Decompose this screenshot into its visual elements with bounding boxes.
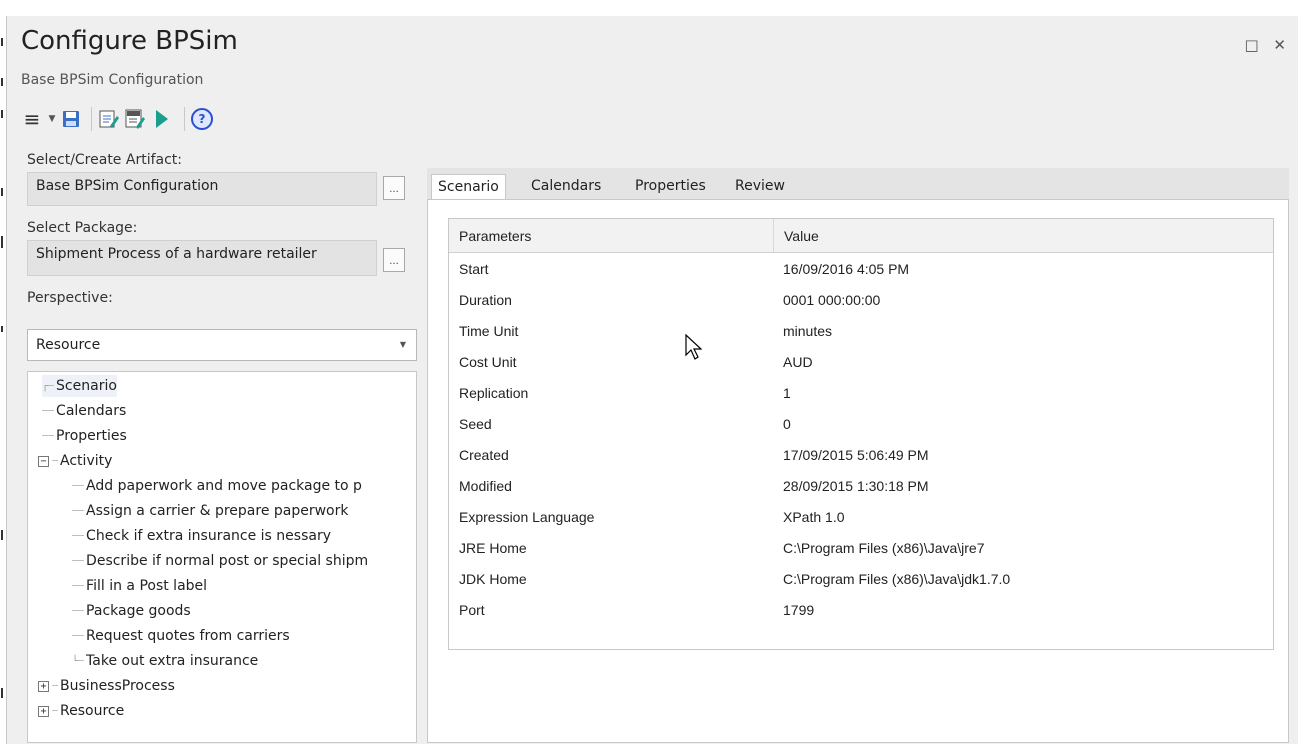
parameter-value-cell[interactable]: 1799 — [773, 594, 1273, 625]
parameter-name-cell: JDK Home — [459, 571, 527, 587]
column-header-parameters[interactable]: Parameters — [449, 219, 773, 252]
parameter-value-cell[interactable]: 0 — [773, 408, 1273, 439]
perspective-value: Resource — [36, 337, 101, 353]
tab-properties[interactable]: Properties — [629, 174, 712, 200]
chevron-down-icon: ▼ — [399, 340, 406, 349]
perspective-select[interactable]: Resource ▼ — [27, 329, 417, 361]
parameter-name-cell: Duration — [459, 292, 512, 308]
parameter-name-cell: Start — [459, 261, 489, 277]
parameter-value-cell[interactable]: 1 — [773, 377, 1273, 408]
tab-bar: Scenario Calendars Properties Review — [427, 168, 1289, 200]
parameter-value-cell[interactable]: XPath 1.0 — [773, 501, 1273, 532]
tree-item-activity-child[interactable]: ┄┄ Package goods — [72, 600, 191, 622]
window-title: Configure BPSim — [21, 26, 238, 56]
tree-item-scenario[interactable]: ┌┄ Scenario — [42, 375, 117, 397]
table-row[interactable]: Modified 28/09/2015 1:30:18 PM — [449, 470, 1273, 501]
parameter-name-cell: Time Unit — [459, 323, 519, 339]
column-header-value[interactable]: Value — [773, 219, 1273, 252]
parameter-value-cell[interactable]: 16/09/2016 4:05 PM — [773, 253, 1273, 284]
parameter-name-cell: JRE Home — [459, 540, 527, 556]
edit-document-icon[interactable] — [98, 106, 120, 132]
package-browse-button[interactable]: ... — [383, 248, 405, 272]
table-row[interactable]: Replication 1 — [449, 377, 1273, 408]
tree-item-businessprocess[interactable]: + ┄ BusinessProcess — [38, 675, 175, 697]
tree-item-resource[interactable]: + ┄ Resource — [38, 700, 124, 722]
artifact-label: Select/Create Artifact: — [27, 152, 182, 168]
parameter-value-cell[interactable]: 17/09/2015 5:06:49 PM — [773, 439, 1273, 470]
tab-scenario[interactable]: Scenario — [431, 174, 506, 200]
table-row[interactable]: JRE Home C:\Program Files (x86)\Java\jre7 — [449, 532, 1273, 563]
parameter-value-cell[interactable]: 0001 000:00:00 — [773, 284, 1273, 315]
parameter-value-cell[interactable]: AUD — [773, 346, 1273, 377]
table-row[interactable]: JDK Home C:\Program Files (x86)\Java\jdk1… — [449, 563, 1273, 594]
parameters-grid[interactable]: Parameters Value Start 16/09/2016 4:05 PM… — [448, 218, 1274, 650]
parameter-name-cell: Cost Unit — [459, 354, 517, 370]
configure-bpsim-window: Configure BPSim Base BPSim Configuration… — [6, 16, 1298, 744]
parameter-value-cell[interactable]: minutes — [773, 315, 1273, 346]
scenario-panel: Parameters Value Start 16/09/2016 4:05 PM… — [427, 199, 1289, 743]
toolbar: ≡ ▼ ? — [21, 104, 217, 134]
parameter-name-cell: Seed — [459, 416, 492, 432]
close-icon[interactable]: ✕ — [1273, 36, 1286, 54]
tree-item-properties[interactable]: ┄┄ Properties — [42, 425, 127, 447]
table-row[interactable]: Created 17/09/2015 5:06:49 PM — [449, 439, 1273, 470]
perspective-label: Perspective: — [27, 290, 113, 306]
window-controls: □ ✕ — [1234, 36, 1286, 54]
package-field[interactable]: Shipment Process of a hardware retailer — [27, 240, 377, 276]
table-row[interactable]: Cost Unit AUD — [449, 346, 1273, 377]
parameter-name-cell: Replication — [459, 385, 529, 401]
parameter-value-cell[interactable]: C:\Program Files (x86)\Java\jre7 — [773, 532, 1273, 563]
xml-export-icon[interactable] — [124, 106, 146, 132]
window-subtitle: Base BPSim Configuration — [21, 72, 204, 88]
parameter-name-cell: Created — [459, 447, 509, 463]
parameter-name-cell: Expression Language — [459, 509, 595, 525]
table-row[interactable]: Start 16/09/2016 4:05 PM — [449, 253, 1273, 284]
toolbar-separator — [184, 107, 185, 131]
artifact-browse-button[interactable]: ... — [383, 176, 405, 200]
tree-item-activity-child[interactable]: ┄┄ Add paperwork and move package to p — [72, 475, 362, 497]
table-row[interactable]: Duration 0001 000:00:00 — [449, 284, 1273, 315]
expand-icon[interactable]: + — [38, 680, 49, 692]
parameter-name-cell: Port — [459, 602, 485, 618]
artifact-field[interactable]: Base BPSim Configuration — [27, 172, 377, 206]
tree-item-activity-child[interactable]: └┄ Take out extra insurance — [72, 650, 258, 672]
tree-item-activity-child[interactable]: ┄┄ Fill in a Post label — [72, 575, 207, 597]
run-icon[interactable] — [150, 106, 174, 132]
table-row[interactable]: Port 1799 — [449, 594, 1273, 625]
collapse-icon[interactable]: − — [38, 455, 49, 467]
tree-item-calendars[interactable]: ┄┄ Calendars — [42, 400, 126, 422]
package-label: Select Package: — [27, 220, 138, 236]
menu-icon[interactable]: ≡ — [21, 106, 43, 132]
tree-item-activity-child[interactable]: ┄┄ Check if extra insurance is nessary — [72, 525, 331, 547]
tab-calendars[interactable]: Calendars — [525, 174, 607, 200]
restore-icon[interactable]: □ — [1244, 36, 1258, 54]
navigation-tree[interactable]: ┌┄ Scenario ┄┄ Calendars ┄┄ Properties − ┄ Ac… — [27, 371, 417, 743]
parameter-value-cell[interactable]: C:\Program Files (x86)\Java\jdk1.7.0 — [773, 563, 1273, 594]
tree-item-activity[interactable]: − ┄ Activity — [38, 450, 112, 472]
tab-review[interactable]: Review — [729, 174, 791, 200]
grid-header: Parameters Value — [449, 219, 1273, 253]
table-row[interactable]: Time Unit minutes — [449, 315, 1273, 346]
tree-item-activity-child[interactable]: ┄┄ Assign a carrier & prepare paperwork — [72, 500, 349, 522]
tree-item-activity-child[interactable]: ┄┄ Describe if normal post or special shi… — [72, 550, 368, 572]
parameter-value-cell[interactable]: 28/09/2015 1:30:18 PM — [773, 470, 1273, 501]
mouse-pointer-icon — [685, 333, 702, 360]
table-row[interactable]: Expression Language XPath 1.0 — [449, 501, 1273, 532]
table-row[interactable]: Seed 0 — [449, 408, 1273, 439]
toolbar-separator — [91, 107, 92, 131]
help-icon[interactable]: ? — [191, 106, 213, 132]
tree-item-activity-child[interactable]: ┄┄ Request quotes from carriers — [72, 625, 290, 647]
parameter-name-cell: Modified — [459, 478, 512, 494]
expand-icon[interactable]: + — [38, 705, 49, 717]
dropdown-caret-icon[interactable]: ▼ — [47, 106, 57, 132]
save-icon[interactable] — [61, 106, 81, 132]
